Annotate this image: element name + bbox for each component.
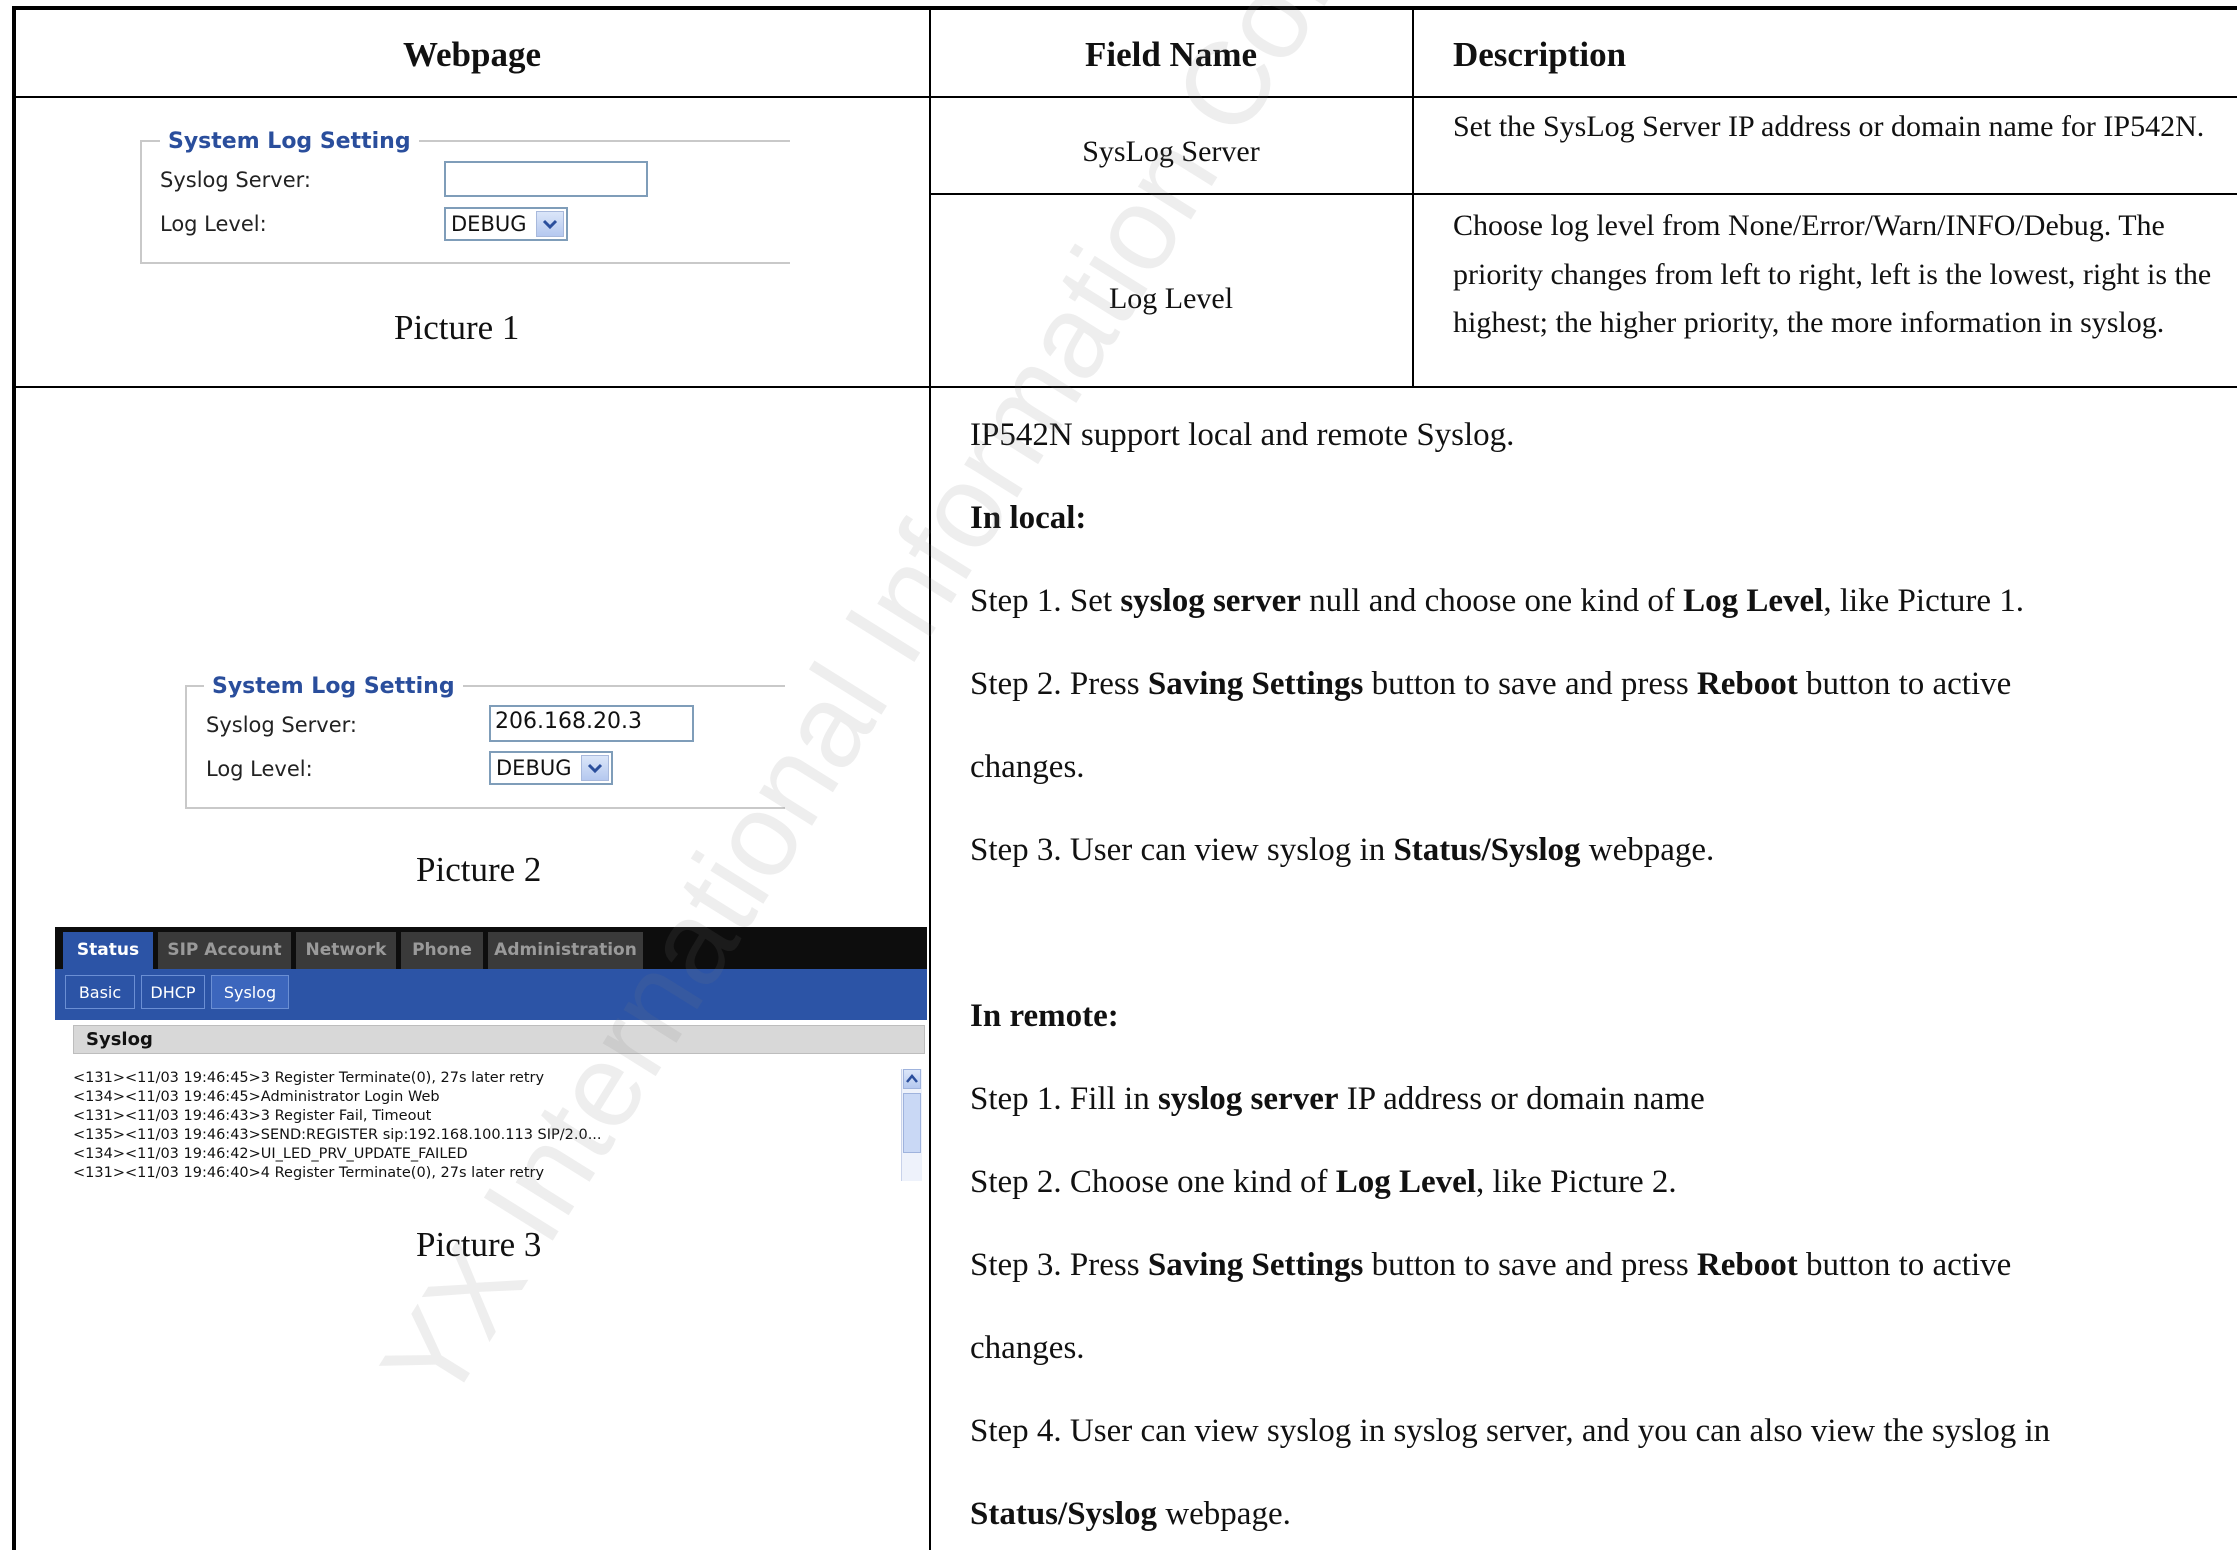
tab-network[interactable]: Network [296, 932, 396, 969]
remote-step-3: Step 3. Press Saving Settings button to … [970, 1245, 2011, 1285]
picture1-dropdown-button[interactable] [536, 211, 564, 237]
text: button to save and press [1363, 1247, 1697, 1283]
log-scrollbar[interactable] [901, 1069, 922, 1181]
chevron-down-icon [587, 763, 603, 774]
log-line: <131><11/03 19:46:45>3 Register Terminat… [73, 1070, 545, 1086]
header-webpage: Webpage [402, 35, 542, 74]
picture2-loglevel-label: Log Level: [206, 757, 313, 781]
picture1-loglevel-value: DEBUG [451, 212, 527, 236]
text: button to active [1797, 1247, 2012, 1283]
text: webpage. [1157, 1496, 1291, 1532]
table-row1-bottom [930, 193, 2237, 195]
text: Step 3. User can view syslog in [970, 832, 1394, 868]
picture2-loglevel-select[interactable]: DEBUG [489, 751, 613, 785]
subtab-syslog[interactable]: Syslog [211, 975, 289, 1009]
remote-heading: In remote: [970, 996, 1119, 1036]
emphasis: Saving Settings [1147, 666, 1364, 702]
picture2-fieldset [185, 685, 785, 809]
text: Step 1. Set [970, 583, 1121, 619]
table-divider-col2 [1412, 8, 1414, 388]
text: Step 3. Press [970, 1247, 1148, 1283]
field-syslog-server: SysLog Server [1082, 135, 1260, 168]
log-line: <131><11/03 19:46:40>4 Register Terminat… [73, 1165, 545, 1181]
picture1-loglevel-select[interactable]: DEBUG [444, 207, 568, 241]
picture1-fieldset [140, 140, 790, 264]
text: Step 2. Press [970, 666, 1148, 702]
intro-text: IP542N support local and remote Syslog. [970, 417, 1515, 453]
local-heading: In local: [970, 498, 1086, 538]
picture3-caption: Picture 3 [416, 1225, 542, 1264]
emphasis: Status/Syslog [970, 1496, 1158, 1532]
text: , like Picture 2. [1475, 1164, 1677, 1200]
local-step-3: Step 3. User can view syslog in Status/S… [970, 830, 1714, 870]
scroll-up-button[interactable] [903, 1069, 921, 1089]
table-divider-col1 [929, 8, 931, 1550]
subtab-basic[interactable]: Basic [65, 975, 135, 1009]
remote-step-4-cont: Status/Syslog webpage. [970, 1494, 1291, 1534]
text: Step 2. Choose one kind of [970, 1164, 1336, 1200]
text: button to active [1797, 666, 2012, 702]
chevron-down-icon [542, 219, 558, 230]
main-tab-bar: Status SIP Account Network Phone Adminis… [55, 927, 927, 969]
picture1-syslog-label: Syslog Server: [160, 168, 311, 192]
picture1-legend: System Log Setting [160, 129, 419, 155]
picture2-syslog-input[interactable]: 206.168.20.3 [489, 705, 694, 742]
table-border-top [12, 6, 2237, 10]
tab-status[interactable]: Status [63, 932, 153, 969]
text: button to save and press [1363, 666, 1697, 702]
picture2-loglevel-value: DEBUG [496, 756, 572, 780]
emphasis: Log Level [1335, 1164, 1476, 1200]
text: , like Picture 1. [1823, 583, 2025, 619]
table-border-left [12, 6, 16, 1550]
emphasis: Log Level [1683, 583, 1824, 619]
tab-sip-account[interactable]: SIP Account [158, 932, 291, 969]
picture2-legend: System Log Setting [204, 674, 463, 700]
log-line: <135><11/03 19:46:43>SEND:REGISTER sip:1… [73, 1127, 602, 1143]
log-line: <134><11/03 19:46:45>Administrator Login… [73, 1089, 440, 1105]
field-log-level: Log Level [1108, 282, 1234, 315]
local-heading-label: In local: [970, 500, 1087, 536]
remote-heading-label: In remote: [970, 998, 1119, 1034]
emphasis: Saving Settings [1147, 1247, 1364, 1283]
log-line: <134><11/03 19:46:42>UI_LED_PRV_UPDATE_F… [73, 1146, 468, 1162]
remote-step-2: Step 2. Choose one kind of Log Level, li… [970, 1162, 1677, 1202]
sub-tab-bar: Basic DHCP Syslog [55, 969, 927, 1020]
emphasis: Status/Syslog [1393, 832, 1581, 868]
emphasis: Reboot [1696, 1247, 1798, 1283]
table-row2-bottom [14, 386, 2237, 388]
picture1-syslog-input[interactable] [444, 161, 648, 197]
remote-step-1: Step 1. Fill in syslog server IP address… [970, 1079, 1705, 1119]
table-header-bottom [14, 96, 2237, 98]
local-step-1: Step 1. Set syslog server null and choos… [970, 581, 2024, 621]
text: webpage. [1580, 832, 1715, 868]
description-log-level: Choose log level from None/Error/Warn/IN… [1453, 209, 2212, 339]
text: null and choose one kind of [1300, 583, 1684, 619]
emphasis: syslog server [1157, 1081, 1339, 1117]
local-step-2: Step 2. Press Saving Settings button to … [970, 664, 2011, 704]
text: Step 1. Fill in [970, 1081, 1158, 1117]
tab-administration[interactable]: Administration [488, 932, 643, 969]
remote-step-4: Step 4. User can view syslog in syslog s… [970, 1413, 2051, 1449]
emphasis: syslog server [1120, 583, 1301, 619]
tab-phone[interactable]: Phone [401, 932, 483, 969]
scroll-thumb[interactable] [903, 1093, 921, 1153]
description-syslog-server: Set the SysLog Server IP address or doma… [1453, 110, 2205, 143]
local-step-2-cont: changes. [970, 749, 1085, 785]
text: IP address or domain name [1338, 1081, 1705, 1117]
remote-step-3-cont: changes. [970, 1330, 1085, 1366]
subtab-dhcp[interactable]: DHCP [141, 975, 205, 1009]
log-line: <131><11/03 19:46:43>3 Register Fail, Ti… [73, 1108, 432, 1124]
picture3-screenshot: Status SIP Account Network Phone Adminis… [55, 927, 927, 1184]
picture1-caption: Picture 1 [394, 308, 520, 347]
picture2-syslog-label: Syslog Server: [206, 713, 357, 737]
picture2-caption: Picture 2 [416, 850, 542, 889]
syslog-section-title: Syslog [73, 1025, 925, 1054]
header-field-name: Field Name [1084, 35, 1258, 74]
picture1-loglevel-label: Log Level: [160, 212, 267, 236]
emphasis: Reboot [1696, 666, 1798, 702]
chevron-up-icon [906, 1074, 918, 1083]
header-description: Description [1453, 35, 1627, 74]
picture2-dropdown-button[interactable] [581, 755, 609, 781]
